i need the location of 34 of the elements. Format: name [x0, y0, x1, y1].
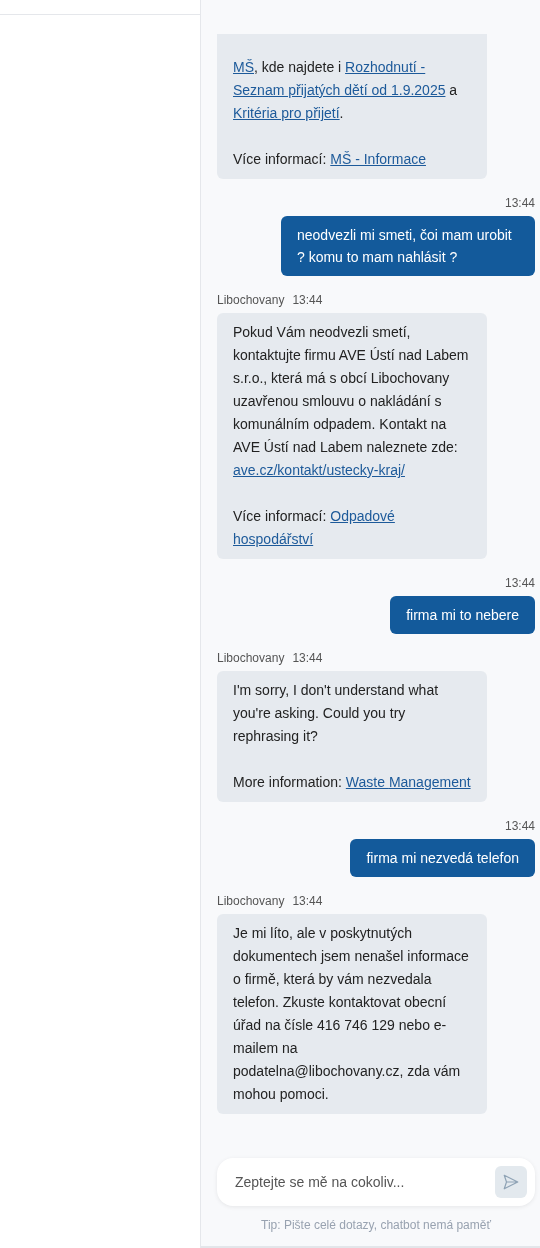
message-field[interactable]: Zeptejte se mě na cokoliv...: [217, 1158, 535, 1206]
user-message: neodvezli mi smeti, čoi mam urobit ? komu to mam nahlásit ?: [281, 216, 535, 276]
message-input[interactable]: Zeptejte se mě na cokoliv...: [233, 1173, 495, 1191]
send-icon: [502, 1173, 520, 1191]
message-time: 13:44: [504, 818, 535, 834]
message-time: 13:44: [292, 893, 323, 909]
message-link[interactable]: hospodářství: [233, 531, 314, 547]
message-text: Více informací: Odpadové hospodářství: [233, 507, 396, 549]
user-message: firma mi to nebere: [390, 596, 535, 634]
send-button[interactable]: [495, 1166, 527, 1198]
message-link[interactable]: ave.cz/kontakt/ustecky-kraj/: [233, 462, 405, 478]
sender-name: Libochovany: [217, 292, 285, 308]
message-link[interactable]: MŠ: [233, 59, 254, 75]
message-text: Více informací: MŠ - Informace: [233, 150, 427, 169]
message-time: 13:44: [292, 650, 323, 666]
message-text: More information: Waste Management: [233, 773, 471, 792]
user-message: firma mi nezvedá telefon: [350, 839, 535, 877]
message-time: 13:44: [292, 292, 323, 308]
sender-name: Libochovany: [217, 650, 285, 666]
message-link[interactable]: Kritéria pro přijetí: [233, 105, 340, 121]
message-link[interactable]: Management: [388, 774, 471, 790]
sender-name: Libochovany: [217, 893, 285, 909]
message-text: MŠ, kde najdete i Rozhodnutí - Seznam přijatých dětí od 1.9.2025 a Kritéria pro přijetí.: [233, 58, 459, 123]
message-link[interactable]: Waste: [345, 774, 389, 790]
message-link[interactable]: Odpadové: [330, 508, 395, 524]
message-link[interactable]: MŠ - Informace: [330, 151, 426, 167]
message-time: 13:44: [504, 575, 535, 591]
message-link[interactable]: Seznam přijatých dětí od 1.9.2025: [233, 82, 446, 98]
message-time: 13:44: [504, 195, 535, 211]
tip-text: Tip: Pište celé dotazy, chatbot nemá paměť: [260, 1218, 492, 1232]
message-text: Je mi líto, ale v poskytnutých dokumentech jsem nenašel informace o firmě, která by vám nezvedala telefon. Zkuste kontaktovat obecní úřad na čísle 416 746 129 nebo e-mailem na podatelna@libochovany.cz, zda vám mohou pomoci.: [233, 924, 470, 1104]
message-text: Pokud Vám neodvezli smetí, kontaktujte firmu AVE Ústí nad Labem s.r.o., která má s obcí Libochovany uzavřenou smlouvu o nakládání s komunálním odpadem. Kontakt na AVE Ústí nad Labem naleznete zde: ave.cz/kontakt/ustecky-kraj/: [233, 323, 470, 480]
message-link[interactable]: Rozhodnutí -: [345, 59, 426, 75]
message-text: I'm sorry, I don't understand what you're asking. Could you try rephrasing it?: [233, 681, 440, 746]
